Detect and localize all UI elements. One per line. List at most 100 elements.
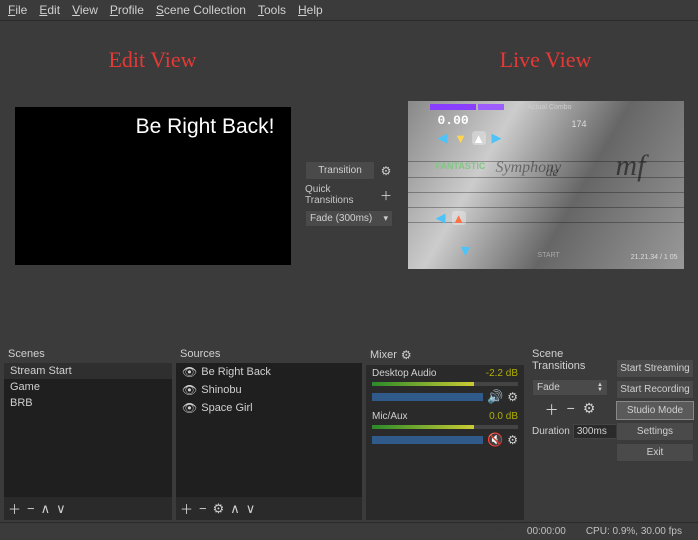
- scene-item[interactable]: Stream Start: [4, 363, 172, 379]
- source-item[interactable]: 👁Space Girl: [176, 399, 362, 417]
- controls-body: Start Streaming Start Recording Studio M…: [616, 359, 694, 462]
- channel-db: 0.0 dB: [489, 411, 518, 422]
- speaker-icon[interactable]: 🔊: [487, 389, 503, 405]
- menu-scene-collection[interactable]: Scene Collection: [156, 3, 246, 17]
- menu-edit[interactable]: Edit: [39, 3, 60, 17]
- live-topbar: Actual Combo: [528, 104, 572, 111]
- scenes-panel: Scenes Stream Start Game BRB ＋ − ∧ ∨: [4, 345, 172, 520]
- transition-column: Transition ⚙ Quick Transitions ＋ Fade (3…: [305, 21, 393, 343]
- eye-icon[interactable]: 👁: [182, 383, 197, 397]
- live-bg-mf: mf: [616, 149, 646, 183]
- remove-scene-button[interactable]: −: [27, 501, 35, 516]
- live-notes: ◀ ▲: [434, 211, 466, 225]
- arrow-right-icon: ▶: [490, 131, 504, 145]
- source-item[interactable]: 👁Be Right Back: [176, 363, 362, 381]
- exit-button[interactable]: Exit: [616, 443, 694, 462]
- source-item[interactable]: 👁Shinobu: [176, 381, 362, 399]
- arrow-up-icon: ▲: [452, 211, 466, 225]
- menu-help[interactable]: Help: [298, 3, 323, 17]
- eye-icon[interactable]: 👁: [182, 401, 197, 415]
- scene-transitions-panel: Scene Transitions Fade ▲▼ ＋ − ⚙ Duration…: [528, 345, 612, 520]
- start-recording-button[interactable]: Start Recording: [616, 380, 694, 399]
- scene-item[interactable]: Game: [4, 379, 172, 395]
- menu-tools[interactable]: Tools: [258, 3, 286, 17]
- scenes-list[interactable]: Stream Start Game BRB: [4, 363, 172, 497]
- sources-panel: Sources 👁Be Right Back 👁Shinobu 👁Space G…: [176, 345, 362, 520]
- volume-slider[interactable]: [372, 393, 483, 401]
- live-time: 21.21.34 / 1 05: [631, 254, 678, 261]
- gear-icon[interactable]: ⚙: [507, 433, 518, 447]
- speaker-muted-icon[interactable]: 🔇: [487, 432, 503, 448]
- duration-label: Duration: [532, 426, 570, 437]
- arrow-down-icon: ▼: [454, 131, 468, 145]
- move-up-button[interactable]: ∧: [230, 501, 240, 517]
- plus-icon[interactable]: ＋: [379, 188, 393, 202]
- mixer-channel: Desktop Audio -2.2 dB 🔊 ⚙: [366, 365, 524, 408]
- start-streaming-button[interactable]: Start Streaming: [616, 359, 694, 378]
- settings-button[interactable]: Settings: [616, 422, 694, 441]
- status-indicator: [495, 526, 507, 537]
- transition-settings-button[interactable]: ⚙: [583, 400, 596, 420]
- gear-icon[interactable]: ⚙: [379, 164, 393, 178]
- brb-text: Be Right Back!: [136, 115, 275, 139]
- edit-preview[interactable]: Be Right Back!: [15, 107, 291, 265]
- channel-db: -2.2 dB: [486, 368, 518, 379]
- scene-transitions-title: Scene Transitions: [528, 345, 612, 375]
- live-score: 0.00: [438, 113, 469, 128]
- chevron-down-icon: ▾: [383, 213, 388, 224]
- remove-transition-button[interactable]: −: [567, 400, 575, 420]
- sources-list[interactable]: 👁Be Right Back 👁Shinobu 👁Space Girl: [176, 363, 362, 497]
- edit-view-label: Edit View: [108, 47, 196, 73]
- mixer-body: Desktop Audio -2.2 dB 🔊 ⚙ Mic/Aux 0.0 dB 🔇 ⚙: [366, 365, 524, 520]
- remove-source-button[interactable]: −: [199, 501, 207, 516]
- quick-transition-value: Fade (300ms): [310, 213, 372, 224]
- sources-footer: ＋ − ⚙ ∧ ∨: [176, 497, 362, 520]
- status-cpu: CPU: 0.9%, 30.00 fps: [586, 526, 682, 537]
- scene-item[interactable]: BRB: [4, 395, 172, 411]
- menu-view[interactable]: View: [72, 3, 98, 17]
- add-scene-button[interactable]: ＋: [8, 499, 21, 518]
- volume-slider[interactable]: [372, 436, 483, 444]
- add-transition-button[interactable]: ＋: [545, 400, 559, 420]
- move-down-button[interactable]: ∨: [246, 501, 256, 517]
- eye-icon[interactable]: 👁: [182, 365, 197, 379]
- controls-panel: Start Streaming Start Recording Studio M…: [616, 345, 694, 520]
- level-meter: [372, 382, 518, 386]
- move-up-button[interactable]: ∧: [41, 501, 51, 517]
- transition-select[interactable]: Fade ▲▼: [532, 379, 608, 396]
- move-down-button[interactable]: ∨: [56, 501, 66, 517]
- arrow-left-icon: ◀: [434, 211, 448, 225]
- live-combo: 174: [572, 119, 587, 129]
- quick-transition-select[interactable]: Fade (300ms) ▾: [305, 210, 393, 227]
- menu-file[interactable]: File: [8, 3, 27, 17]
- live-start: START: [538, 252, 560, 259]
- statusbar: 00:00:00 CPU: 0.9%, 30.00 fps: [0, 522, 698, 540]
- arrow-up-icon: ▲: [472, 131, 486, 145]
- live-preview[interactable]: Actual Combo 0.00 174 ◀ ▼ ▲ ▶ FANTASTIC …: [408, 101, 684, 269]
- scenes-footer: ＋ − ∧ ∨: [4, 497, 172, 520]
- studio-mode-button[interactable]: Studio Mode: [616, 401, 694, 420]
- quick-transitions-label: Quick Transitions: [305, 184, 375, 206]
- edit-preview-column: Edit View Be Right Back!: [0, 21, 305, 343]
- live-judgment: FANTASTIC: [436, 161, 486, 171]
- mixer-title: Mixer⚙: [366, 345, 524, 365]
- arrow-left-icon: ◀: [436, 131, 450, 145]
- live-preview-column: Live View Actual Combo 0.00 174 ◀ ▼ ▲ ▶ …: [393, 21, 698, 343]
- menu-profile[interactable]: Profile: [110, 3, 144, 17]
- level-meter: [372, 425, 518, 429]
- live-receptors: ◀ ▼ ▲ ▶: [436, 131, 504, 145]
- duration-input[interactable]: [573, 424, 619, 439]
- panels-row: Scenes Stream Start Game BRB ＋ − ∧ ∨ Sou…: [0, 343, 698, 522]
- scene-transitions-body: Fade ▲▼ ＋ − ⚙ Duration ▲▼: [528, 375, 612, 443]
- mixer-channel: Mic/Aux 0.0 dB 🔇 ⚙: [366, 408, 524, 451]
- add-source-button[interactable]: ＋: [180, 499, 193, 518]
- channel-name: Mic/Aux: [372, 411, 408, 422]
- gear-icon[interactable]: ⚙: [507, 390, 518, 404]
- live-bg-text2: de: [546, 165, 559, 181]
- scenes-title: Scenes: [4, 345, 172, 363]
- source-settings-button[interactable]: ⚙: [213, 501, 225, 517]
- channel-name: Desktop Audio: [372, 368, 437, 379]
- status-time: 00:00:00: [527, 526, 566, 537]
- transition-button[interactable]: Transition: [305, 161, 375, 180]
- gear-icon[interactable]: ⚙: [401, 348, 412, 362]
